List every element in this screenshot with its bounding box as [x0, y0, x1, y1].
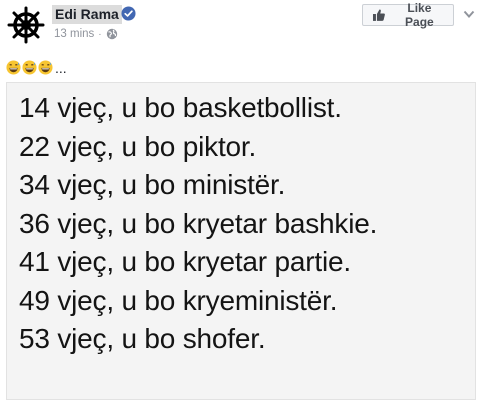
- text-lines: 14 vjeç, u bo basketbollist. 22 vjeç, u …: [19, 89, 377, 359]
- thumbs-up-icon: [372, 9, 385, 21]
- post-caption: ...: [6, 57, 67, 75]
- post-image[interactable]: 14 vjeç, u bo basketbollist. 22 vjeç, u …: [6, 82, 476, 400]
- post-timestamp[interactable]: 13 mins: [54, 28, 94, 40]
- text-line: 49 vjeç, u bo kryeministër.: [19, 284, 338, 316]
- text-line: 14 vjeç, u bo basketbollist.: [19, 92, 342, 123]
- caption-ellipsis: ...: [55, 60, 67, 76]
- text-line: 22 vjeç, u bo piktor.: [19, 130, 257, 162]
- post-options-chevron-icon[interactable]: [463, 9, 475, 19]
- facebook-post: Edi Rama 13 mins · Like Page ... 14 vjeç…: [0, 0, 484, 407]
- grinning-sweat-emoji-icon: [38, 60, 53, 75]
- text-line: 41 vjeç, u bo kryetar partie.: [19, 246, 351, 277]
- page-name-link[interactable]: Edi Rama: [52, 5, 122, 24]
- like-page-label: Like Page: [405, 1, 434, 29]
- globe-icon[interactable]: [106, 28, 118, 40]
- like-page-button[interactable]: Like Page: [362, 1, 454, 29]
- text-line: 34 vjeç, u bo ministër.: [19, 169, 286, 200]
- avatar[interactable]: [6, 5, 46, 45]
- post-meta: 13 mins ·: [54, 27, 118, 41]
- text-line: 36 vjeç, u bo kryetar bashkie.: [19, 207, 378, 239]
- meta-separator: ·: [98, 28, 102, 40]
- grinning-sweat-emoji-icon: [6, 60, 21, 75]
- grinning-sweat-emoji-icon: [22, 60, 37, 75]
- text-line: 53 vjeç, u bo shofer.: [19, 323, 266, 354]
- verified-badge-icon: [121, 6, 136, 21]
